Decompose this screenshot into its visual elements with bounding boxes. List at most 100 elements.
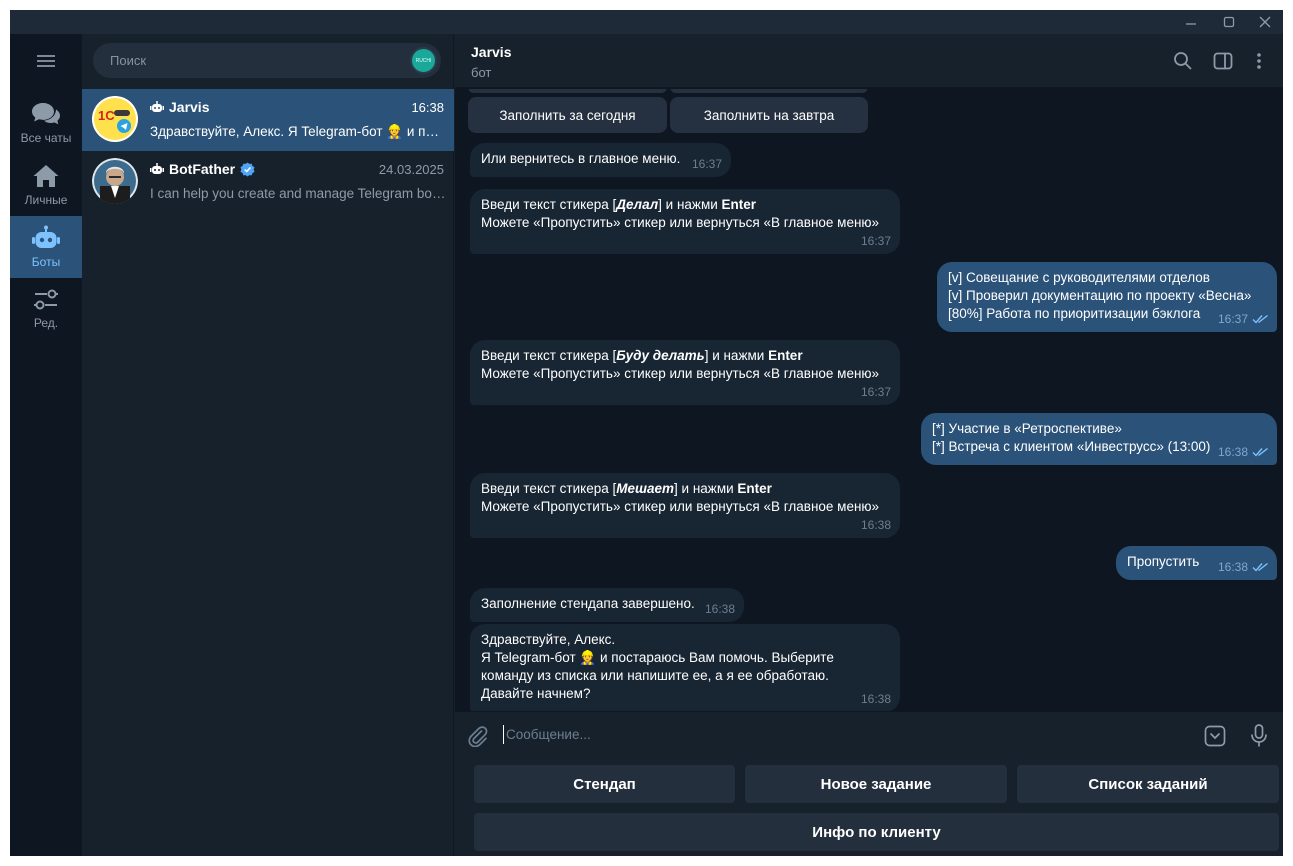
text-part: ] и нажми xyxy=(658,197,722,212)
chat-list-panel: Поиск RUCHI 1С Jarvis 16:38 Здравствуйте… xyxy=(82,34,454,856)
message-incoming[interactable]: Или вернитесь в главное меню. 16:37 xyxy=(470,143,731,177)
text-caret xyxy=(503,725,504,744)
bot-icon xyxy=(150,101,164,112)
inline-button-tomorrow[interactable]: Заполнить на завтра xyxy=(670,97,868,133)
message-time: 16:37 xyxy=(861,232,891,250)
message-incoming[interactable]: Введи текст стикера [Мешает] и нажми Ent… xyxy=(470,473,900,538)
message-history[interactable]: Заполнить за сегодня Заполнить на завтра… xyxy=(455,89,1283,711)
chats-icon xyxy=(32,103,60,125)
chat-name-text: BotFather xyxy=(169,161,236,177)
message-input[interactable]: Сообщение... xyxy=(506,727,591,742)
chat-item-jarvis[interactable]: 1С Jarvis 16:38 Здравствуйте, Алекс. Я T… xyxy=(82,89,454,151)
folder-edit[interactable]: Ред. xyxy=(10,278,82,340)
search-badge-label: RUCHI xyxy=(415,57,432,64)
sticker-name: Делал xyxy=(616,197,659,212)
message-line: [*] Участие в «Ретроспективе» xyxy=(932,421,1122,436)
inline-button-today[interactable]: Заполнить за сегодня xyxy=(468,97,667,133)
sticker-name: Мешает xyxy=(616,481,675,496)
attach-icon[interactable] xyxy=(464,723,492,749)
double-check-icon xyxy=(1252,314,1268,324)
avatar xyxy=(92,158,138,204)
key-name: Enter xyxy=(737,481,772,496)
text-part: Введи текст стикера [ xyxy=(481,481,617,496)
message-line: Здравствуйте, Алекс. xyxy=(481,632,616,647)
message-time: 16:38 xyxy=(1218,558,1269,576)
text-part: Введи текст стикера [ xyxy=(481,197,617,212)
message-outgoing[interactable]: [v] Совещание с руководителями отделов [… xyxy=(937,262,1277,332)
text-part: ] и нажми xyxy=(704,348,769,363)
message-line: Можете «Пропустить» стикер или вернуться… xyxy=(481,215,880,230)
message-time: 16:38 xyxy=(705,600,735,618)
search-icon[interactable] xyxy=(1169,47,1197,75)
bot-button-client-info[interactable]: Инфо по клиенту xyxy=(474,813,1279,851)
sliders-icon xyxy=(34,289,58,310)
folder-all-chats[interactable]: Все чаты xyxy=(10,92,82,154)
composer: Сообщение... Стендап Новое задание Списо… xyxy=(455,711,1283,856)
microphone-icon[interactable] xyxy=(1245,723,1273,749)
key-name: Enter xyxy=(768,348,803,363)
bot-button-standup[interactable]: Стендап xyxy=(474,765,735,803)
chat-title[interactable]: Jarvis xyxy=(471,44,511,60)
text-part: Введи текст стикера [ xyxy=(481,348,617,363)
message-incoming[interactable]: Заполнение стендапа завершено. 16:38 xyxy=(470,588,744,622)
inline-button-prev[interactable] xyxy=(468,89,667,93)
message-text: Пропустить xyxy=(1127,554,1200,569)
chat-time: 16:38 xyxy=(411,100,444,115)
chat-name: Jarvis xyxy=(150,99,209,115)
message-incoming[interactable]: Здравствуйте, Алекс. Я Telegram-бот 👷 и … xyxy=(470,624,900,711)
message-line: Введи текст стикера [Мешает] и нажми Ent… xyxy=(481,480,889,498)
bot-button-new-task[interactable]: Новое задание xyxy=(745,765,1007,803)
verified-icon xyxy=(240,161,255,177)
chat-preview: I can help you create and manage Telegra… xyxy=(150,186,446,201)
bot-icon xyxy=(32,225,60,248)
folders-rail: Все чаты Личные Боты Ред. xyxy=(10,34,82,856)
search-input[interactable]: Поиск RUCHI xyxy=(93,43,441,78)
message-text: Заполнение стендапа завершено. xyxy=(481,596,695,611)
message-line: [v] Проверил документацию по проекту «Ве… xyxy=(948,288,1252,303)
home-icon xyxy=(33,165,59,187)
minimize-icon[interactable] xyxy=(1172,10,1210,34)
folder-bots[interactable]: Боты xyxy=(10,216,82,278)
message-line: Можете «Пропустить» стикер или вернуться… xyxy=(481,366,880,381)
message-outgoing[interactable]: [*] Участие в «Ретроспективе» [*] Встреч… xyxy=(921,413,1277,465)
keyboard-toggle-icon[interactable] xyxy=(1201,723,1229,749)
maximize-icon[interactable] xyxy=(1210,10,1248,34)
message-text: Или вернитесь в главное меню. xyxy=(481,151,681,166)
chat-name-text: Jarvis xyxy=(169,99,210,115)
chat-header[interactable]: Jarvis бот xyxy=(455,34,1283,88)
folder-label: Боты xyxy=(31,255,61,269)
message-line: Давайте начнем? xyxy=(481,686,591,701)
message-time: 16:38 xyxy=(1218,443,1269,461)
time-text: 16:37 xyxy=(691,157,722,171)
telegram-window: Все чаты Личные Боты Ред. Поиск RUCHI 1С… xyxy=(10,10,1283,856)
text-part: ] и нажми xyxy=(674,481,738,496)
message-line: Введи текст стикера [Делал] и нажми Ente… xyxy=(481,196,889,214)
chat-status: бот xyxy=(471,65,492,80)
folder-personal[interactable]: Личные xyxy=(10,154,82,216)
bot-button-task-list[interactable]: Список заданий xyxy=(1017,765,1279,803)
time-text: 16:37 xyxy=(860,385,891,399)
message-line: Введи текст стикера [Буду делать] и нажм… xyxy=(481,347,889,365)
double-check-icon xyxy=(1252,447,1268,457)
search-badge[interactable]: RUCHI xyxy=(410,47,437,74)
close-icon[interactable] xyxy=(1246,10,1283,34)
svg-text:1С: 1С xyxy=(98,108,115,123)
hamburger-icon[interactable] xyxy=(10,42,82,80)
message-incoming[interactable]: Введи текст стикера [Буду делать] и нажм… xyxy=(470,340,900,405)
time-text: 16:37 xyxy=(860,234,891,248)
key-name: Enter xyxy=(721,197,757,212)
more-vertical-icon[interactable] xyxy=(1245,47,1273,75)
sidebar-toggle-icon[interactable] xyxy=(1209,47,1237,75)
message-time: 16:37 xyxy=(692,155,722,173)
chat-item-botfather[interactable]: BotFather 24.03.2025 I can help you crea… xyxy=(82,151,454,213)
message-line: Можете «Пропустить» стикер или вернуться… xyxy=(481,499,880,514)
message-line: команду из списка или напишите ее, а я е… xyxy=(481,668,829,683)
inline-button-prev[interactable] xyxy=(670,89,868,93)
message-line: Я Telegram-бот 👷 и постараюсь Вам помочь… xyxy=(481,650,834,665)
message-outgoing[interactable]: Пропустить 16:38 xyxy=(1116,546,1277,580)
message-incoming[interactable]: Введи текст стикера [Делал] и нажми Ente… xyxy=(470,189,900,254)
search-placeholder: Поиск xyxy=(110,53,147,68)
message-line: [v] Совещание с руководителями отделов xyxy=(948,270,1210,285)
folder-label: Личные xyxy=(24,193,68,207)
time-text: 16:38 xyxy=(1217,560,1248,574)
